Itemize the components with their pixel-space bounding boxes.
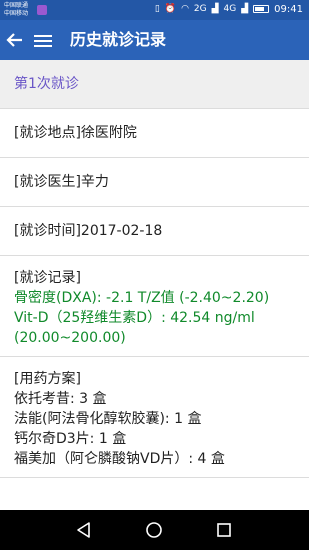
medication-item: 钙尔奇D3片: 1 盒 [14,431,127,447]
nav-home-svg [146,522,162,538]
carrier-info: 中国联通 中国移动 [4,2,28,18]
visit-time-row: [就诊时间]2017-02-18 [0,207,309,256]
record-vitamin-d: Vit-D（25羟维生素D）: 42.54 ng/ml [14,310,255,326]
wifi-icon: ◠ [181,4,189,14]
status-bar: 中国联通 中国移动 ▯ ⏰ ◠ 2G ▟ 4G ▟ 09:41 [0,0,309,20]
carrier-1: 中国联通 [4,2,29,9]
status-indicators: ▯ ⏰ ◠ 2G ▟ 4G ▟ 09:41 [155,3,303,15]
menu-line [34,35,52,37]
visit-record-row: [就诊记录] 骨密度(DXA): -2.1 T/Z值 (-2.40~2.20) … [0,256,309,357]
system-nav-bar [0,510,309,550]
page-title: 历史就诊记录 [70,30,167,49]
notification-app-icon [37,5,47,15]
vibrate-icon: ▯ [154,4,160,14]
visit-time: [就诊时间]2017-02-18 [14,223,163,239]
carrier-2: 中国移动 [4,10,29,17]
menu-line [34,40,52,42]
back-arrow-svg [6,33,22,47]
network-2g-label: 2G [193,4,207,14]
record-bone-density: 骨密度(DXA): -2.1 T/Z值 (-2.40~2.20) [14,290,270,306]
medication-label: [用药方案] [14,371,81,387]
visit-location-row: [就诊地点]徐医附院 [0,109,309,158]
menu-icon[interactable] [34,32,52,48]
visit-header: 第1次就诊 [0,60,309,109]
medication-item: 依托考昔: 3 盒 [14,391,107,407]
menu-line [34,45,52,47]
nav-back-icon[interactable] [74,520,94,540]
record-label: [就诊记录] [14,270,81,286]
visit-doctor: [就诊医生]辛力 [14,174,109,190]
medication-row: [用药方案] 依托考昔: 3 盒 法能(阿法骨化醇软胶囊): 1 盒 钙尔奇D3… [0,357,309,478]
network-4g-label: 4G [223,4,237,14]
alarm-icon: ⏰ [164,4,177,14]
signal-icon-1: ▟ [211,4,219,14]
medication-item: 福美加（阿仑膦酸钠VD片）: 4 盒 [14,451,225,467]
medication-item: 法能(阿法骨化醇软胶囊): 1 盒 [14,411,202,427]
visit-doctor-row: [就诊医生]辛力 [0,158,309,207]
status-clock: 09:41 [274,3,303,15]
battery-icon [253,5,270,13]
record-vitamin-d-range: (20.00~200.00) [14,330,126,346]
nav-recent-svg [217,523,231,537]
back-arrow-icon[interactable] [6,30,24,50]
app-bar: 历史就诊记录 [0,20,309,60]
nav-recent-apps-icon[interactable] [214,520,234,540]
visit-location: [就诊地点]徐医附院 [14,125,137,141]
nav-back-svg [77,522,90,538]
visit-history-list[interactable]: 第1次就诊 [就诊地点]徐医附院 [就诊医生]辛力 [就诊时间]2017-02-… [0,60,309,510]
signal-icon-2: ▟ [241,4,249,14]
nav-home-icon[interactable] [144,520,164,540]
